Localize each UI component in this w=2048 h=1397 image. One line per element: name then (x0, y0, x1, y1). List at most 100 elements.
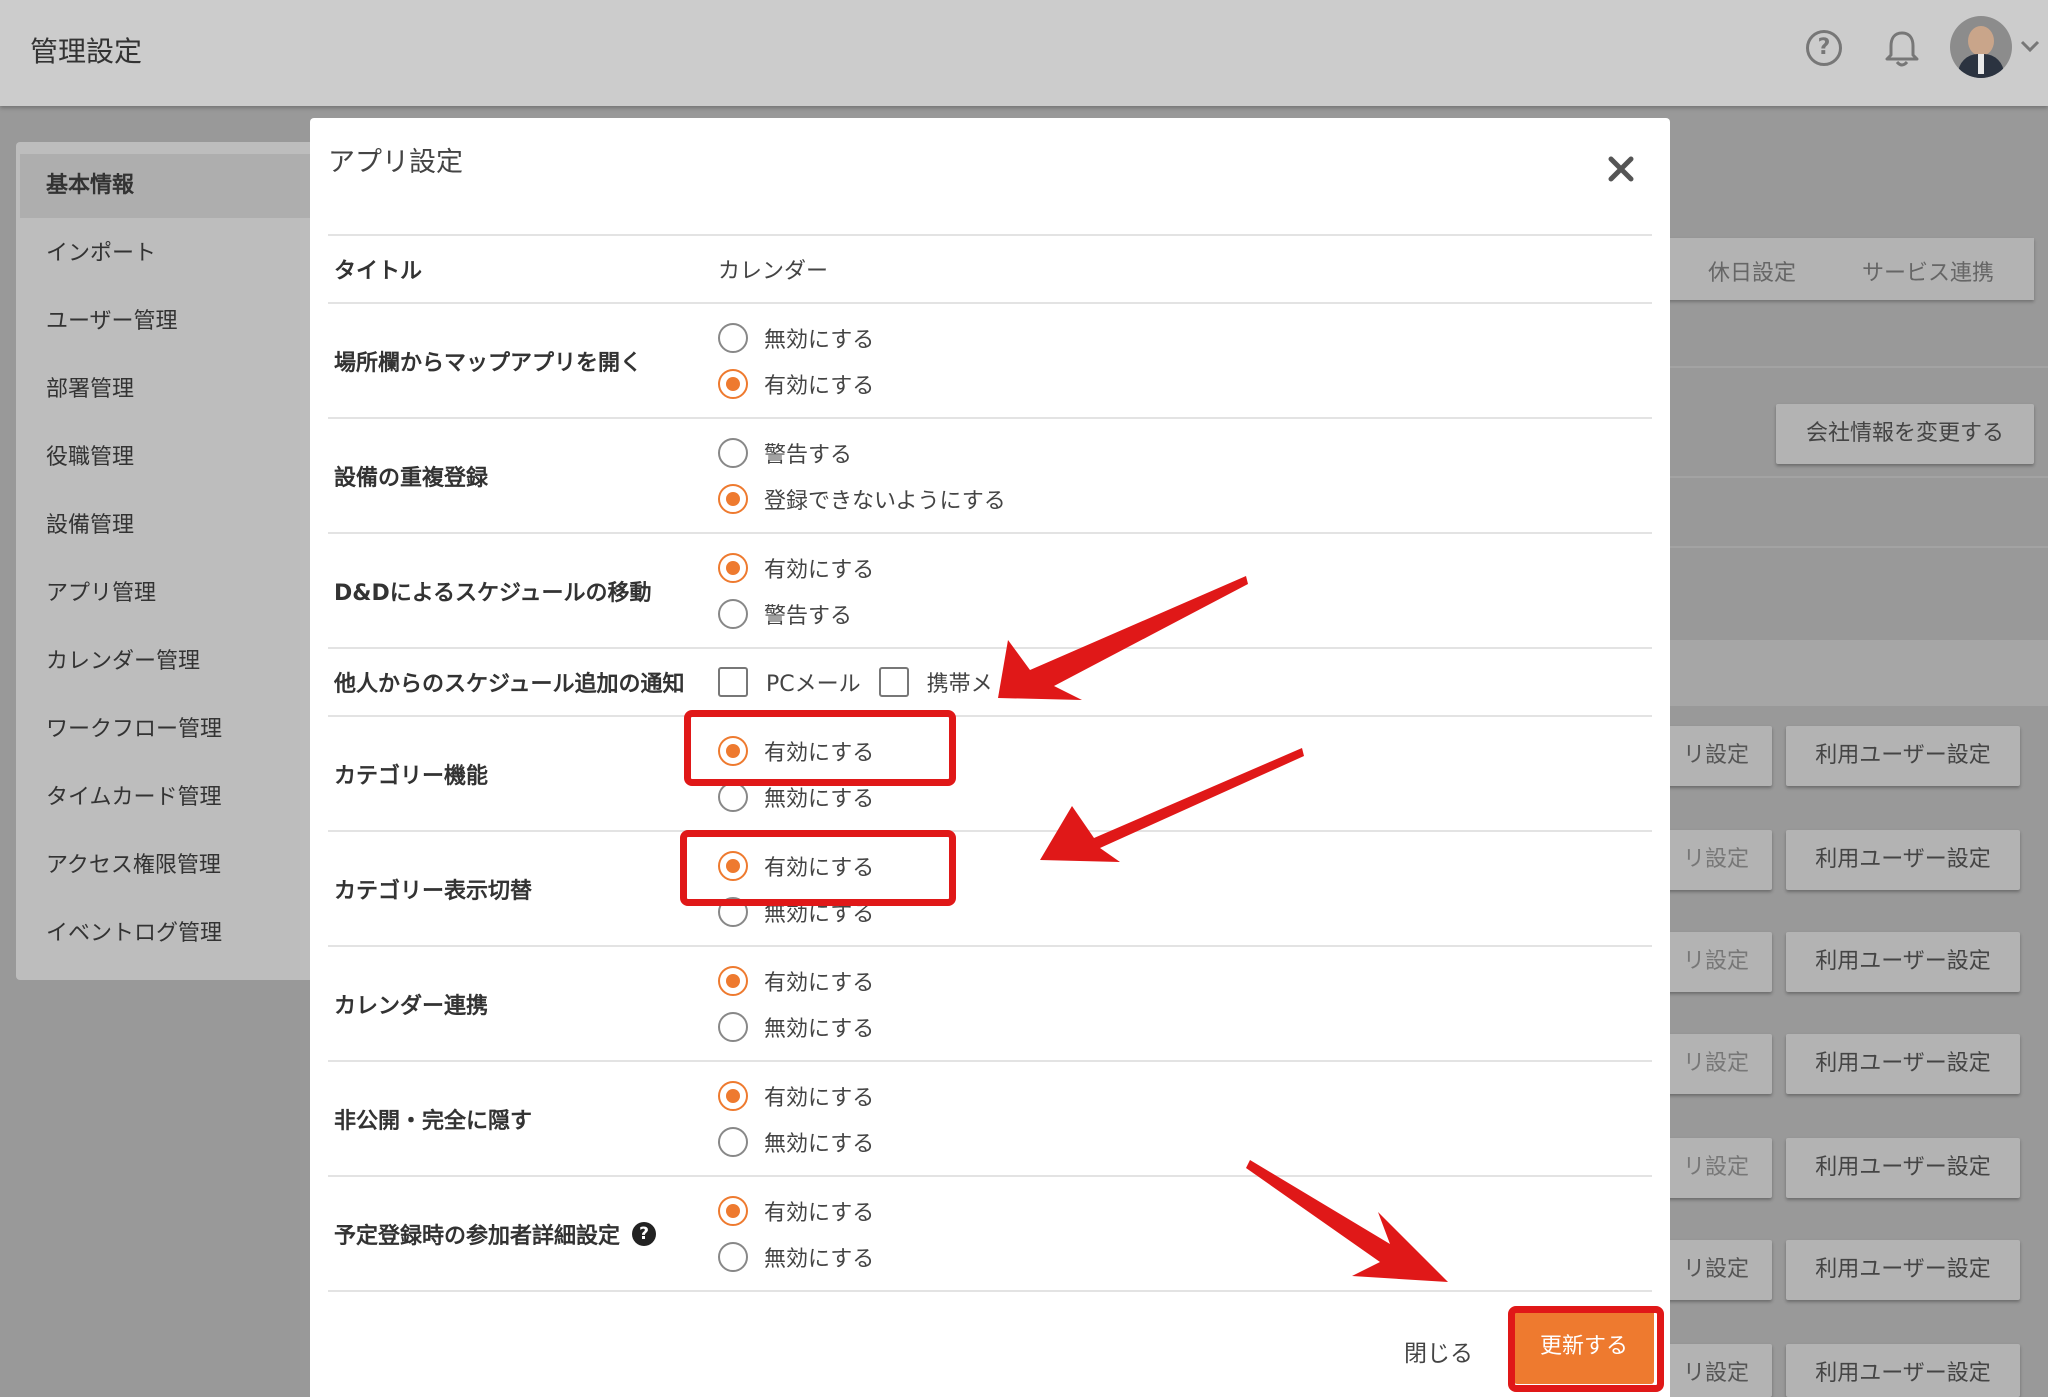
radio-option[interactable]: 有効にする (718, 368, 875, 399)
radio-button-selected[interactable] (718, 552, 748, 583)
user-setting-button[interactable]: 利用ユーザー設定 (1786, 1138, 2020, 1198)
divider (1660, 546, 2048, 548)
mobile-mail-checkbox[interactable] (878, 667, 909, 697)
highlight-box (1508, 1306, 1664, 1392)
setting-row-map: 場所欄からマップアプリを開く 無効にする 有効にする (328, 302, 1652, 417)
sidebar-item-app-management[interactable]: アプリ管理 (20, 562, 312, 626)
radio-button[interactable] (718, 1011, 748, 1042)
option-label: 無効にする (764, 327, 875, 353)
sidebar-item-position-management[interactable]: 役職管理 (20, 426, 312, 490)
sidebar-item-equipment-management[interactable]: 設備管理 (20, 494, 312, 558)
sidebar-item-workflow-management[interactable]: ワークフロー管理 (20, 698, 312, 762)
radio-option[interactable]: 登録できないようにする (718, 483, 1006, 514)
radio-button[interactable] (718, 1241, 748, 1272)
app-settings-dialog: アプリ設定 タイトル カレンダー 場所欄からマップアプリを開く 無効にする 有効… (310, 118, 1670, 1397)
tab-holiday-settings[interactable]: 休日設定 (1708, 255, 1796, 287)
radio-button-selected[interactable] (718, 965, 748, 996)
sidebar-item-eventlog-management[interactable]: イベントログ管理 (20, 902, 312, 966)
app-setting-button[interactable]: リ設定 (1660, 1034, 1772, 1094)
sidebar-item-user-management[interactable]: ユーザー管理 (20, 290, 312, 354)
radio-option[interactable]: 警告する (718, 437, 1006, 468)
setting-row-calendar-link: カレンダー連携 有効にする 無効にする (328, 945, 1652, 1060)
tab-service-integration[interactable]: サービス連携 (1862, 255, 1994, 287)
close-button[interactable]: 閉じる (1404, 1334, 1473, 1368)
app-setting-button[interactable]: リ設定 (1660, 1344, 1772, 1397)
radio-option[interactable]: 警告する (718, 598, 874, 629)
user-setting-button[interactable]: 利用ユーザー設定 (1786, 830, 2020, 890)
radio-button-selected[interactable] (718, 1195, 748, 1226)
option-label: PCメール (766, 672, 861, 697)
radio-button[interactable] (718, 781, 748, 812)
change-company-info-button[interactable]: 会社情報を変更する (1776, 404, 2034, 464)
radio-option[interactable]: 有効にする (718, 552, 875, 583)
radio-option[interactable]: 無効にする (718, 322, 875, 353)
option-label: 有効にする (764, 557, 875, 583)
sidebar-item-import[interactable]: インポート (20, 222, 312, 286)
setting-label: カレンダー連携 (334, 993, 489, 1019)
radio-option[interactable]: 有効にする (718, 1195, 875, 1226)
setting-label: 場所欄からマップアプリを開く (334, 350, 643, 376)
setting-row-category: カテゴリー機能 有効にする 無効にする (328, 715, 1652, 830)
bell-icon[interactable] (1884, 30, 1920, 68)
option-label: 有効にする (764, 970, 875, 996)
radio-button-selected[interactable] (718, 368, 748, 399)
radio-option[interactable]: 無効にする (718, 1011, 875, 1042)
setting-label: カテゴリー表示切替 (334, 878, 533, 904)
sidebar-item-access-management[interactable]: アクセス権限管理 (20, 834, 312, 898)
setting-row-private: 非公開・完全に隠す 有効にする 無効にする (328, 1060, 1652, 1175)
user-setting-button[interactable]: 利用ユーザー設定 (1786, 932, 2020, 992)
question-icon[interactable]: ? (632, 1221, 657, 1246)
app-setting-button[interactable]: リ設定 (1660, 932, 1772, 992)
setting-label: 予定登録時の参加者詳細設定? (334, 1177, 657, 1290)
radio-option[interactable]: 無効にする (718, 1241, 874, 1272)
setting-value: カレンダー (718, 259, 829, 284)
top-bar: 管理設定 ? (0, 0, 2048, 106)
setting-label: D&Dによるスケジュールの移動 (334, 580, 652, 606)
help-icon[interactable]: ? (1806, 30, 1842, 66)
avatar[interactable] (1950, 16, 2012, 78)
radio-button-selected[interactable] (718, 1080, 748, 1111)
highlight-box (684, 710, 956, 786)
radio-option[interactable]: 無効にする (718, 781, 874, 812)
close-icon[interactable] (1606, 154, 1636, 184)
dialog-title: アプリ設定 (328, 147, 463, 178)
divider (1660, 366, 2048, 368)
setting-label: カテゴリー機能 (334, 763, 489, 789)
option-label: 携帯メ (926, 672, 993, 697)
option-label: 有効にする (764, 1200, 875, 1226)
radio-button-selected[interactable] (718, 483, 748, 514)
option-label: 警告する (764, 442, 853, 468)
sidebar-item-calendar-management[interactable]: カレンダー管理 (20, 630, 312, 694)
user-setting-button[interactable]: 利用ユーザー設定 (1786, 1344, 2020, 1397)
chevron-down-icon[interactable] (2018, 34, 2042, 58)
radio-button[interactable] (718, 437, 748, 468)
radio-option[interactable]: 無効にする (718, 1126, 874, 1157)
app-setting-button[interactable]: リ設定 (1660, 1240, 1772, 1300)
option-label: 警告する (764, 603, 853, 629)
radio-button[interactable] (718, 322, 748, 353)
radio-button[interactable] (718, 1126, 748, 1157)
setting-row-title: タイトル カレンダー (328, 234, 1652, 302)
settings-table: タイトル カレンダー 場所欄からマップアプリを開く 無効にする 有効にする 設備… (328, 234, 1652, 1292)
setting-label: 他人からのスケジュール追加の通知 (334, 672, 685, 697)
sidebar-item-basic-info[interactable]: 基本情報 (20, 154, 312, 218)
pc-mail-checkbox[interactable] (718, 667, 748, 697)
page-title: 管理設定 (30, 35, 143, 68)
app-setting-button[interactable]: リ設定 (1660, 830, 1772, 890)
user-setting-button[interactable]: 利用ユーザー設定 (1786, 726, 2020, 786)
option-label: 有効にする (764, 373, 875, 399)
user-setting-button[interactable]: 利用ユーザー設定 (1786, 1240, 2020, 1300)
option-label: 登録できないようにする (764, 488, 1006, 514)
setting-row-category-switch: カテゴリー表示切替 有効にする 無効にする (328, 830, 1652, 945)
app-setting-button[interactable]: リ設定 (1660, 726, 1772, 786)
user-setting-button[interactable]: 利用ユーザー設定 (1786, 1034, 2020, 1094)
sidebar-item-department-management[interactable]: 部署管理 (20, 358, 312, 422)
radio-option[interactable]: 有効にする (718, 1080, 874, 1111)
sidebar-item-timecard-management[interactable]: タイムカード管理 (20, 766, 312, 830)
divider (328, 1290, 1652, 1292)
option-label: 無効にする (764, 1016, 875, 1042)
radio-button[interactable] (718, 598, 748, 629)
app-setting-button[interactable]: リ設定 (1660, 1138, 1772, 1198)
setting-label: 非公開・完全に隠す (334, 1108, 533, 1134)
radio-option[interactable]: 有効にする (718, 965, 875, 996)
